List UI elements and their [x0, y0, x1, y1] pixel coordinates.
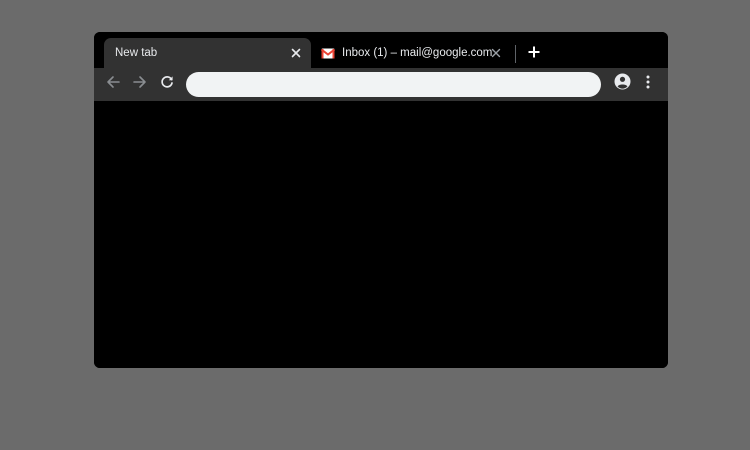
tab-new-tab[interactable]: New tab — [104, 38, 311, 68]
arrow-right-icon — [133, 75, 147, 94]
plus-icon — [528, 45, 540, 63]
reload-icon — [160, 75, 174, 94]
new-tab-button[interactable] — [524, 44, 544, 64]
more-vert-icon — [646, 75, 650, 94]
tab-strip: New tab Inbox (1) – mail@google.com — [94, 32, 668, 68]
forward-button[interactable] — [130, 74, 150, 94]
gmail-icon — [321, 48, 335, 59]
tab-divider — [515, 45, 516, 63]
close-icon[interactable] — [488, 45, 504, 61]
browser-window: New tab Inbox (1) – mail@google.com — [94, 32, 668, 368]
account-circle-icon — [614, 73, 631, 95]
toolbar — [94, 68, 668, 101]
page-content — [94, 101, 668, 368]
reload-button[interactable] — [157, 74, 177, 94]
profile-button[interactable] — [612, 73, 632, 95]
menu-button[interactable] — [638, 74, 658, 94]
tab-title: Inbox (1) – mail@google.com — [342, 47, 493, 59]
back-button[interactable] — [103, 74, 123, 94]
tab-title: New tab — [115, 47, 158, 59]
close-icon[interactable] — [288, 45, 304, 61]
arrow-left-icon — [106, 75, 120, 94]
omnibox-input[interactable] — [186, 72, 601, 97]
tab-inbox[interactable]: Inbox (1) – mail@google.com — [320, 38, 510, 68]
